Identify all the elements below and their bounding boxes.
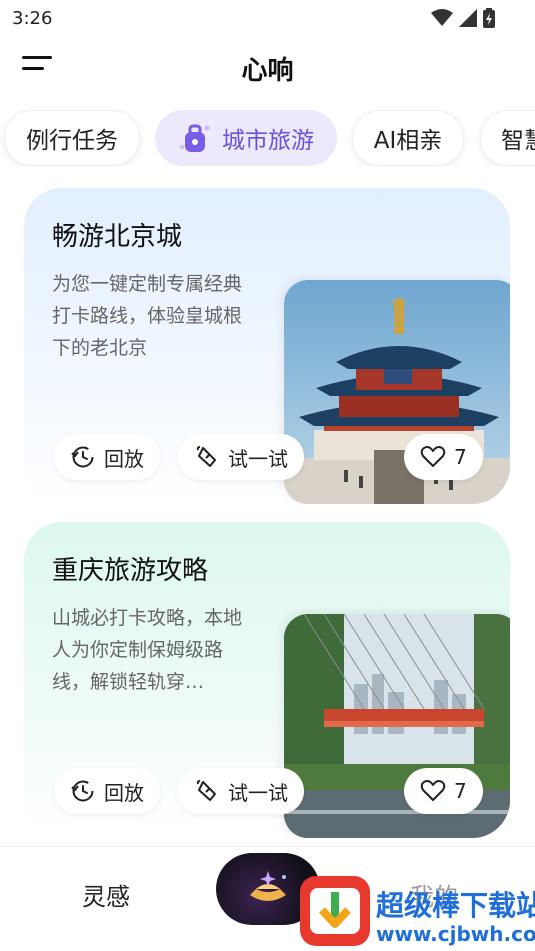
heart-icon xyxy=(420,780,446,801)
like-count: 7 xyxy=(454,779,467,803)
suitcase-icon xyxy=(180,124,210,152)
like-button[interactable]: 7 xyxy=(404,768,483,814)
tab-label: 例行任务 xyxy=(26,128,118,154)
wifi-icon xyxy=(431,9,453,26)
signal-icon xyxy=(459,9,477,27)
tab-label: AI相亲 xyxy=(373,128,443,154)
card-description: 为您一键定制专属经典打卡路线，体验皇城根下的老北京 xyxy=(52,273,243,359)
replay-label: 回放 xyxy=(104,446,144,471)
tap-icon xyxy=(196,780,216,801)
nav-label: 灵感 xyxy=(82,883,130,911)
status-icons xyxy=(431,8,495,28)
try-button[interactable]: 试一试 xyxy=(178,434,304,480)
page-title: 心响 xyxy=(241,56,294,86)
watermark: 超级棒下载站 www.cjbwh.com xyxy=(296,872,535,951)
app-header: 心响 xyxy=(0,40,535,98)
category-tabs: 例行任务 城市旅游 AI相亲 智慧 xyxy=(0,110,535,166)
try-label: 试一试 xyxy=(228,446,288,471)
replay-button[interactable]: 回放 xyxy=(54,768,160,814)
battery-icon xyxy=(483,8,495,28)
tab-routine[interactable]: 例行任务 xyxy=(4,110,140,166)
tap-icon xyxy=(196,446,216,467)
status-time: 3:26 xyxy=(12,7,53,29)
nav-inspiration[interactable]: 灵感 xyxy=(82,877,130,912)
watermark-text: 超级棒下载站 xyxy=(376,889,535,922)
like-button[interactable]: 7 xyxy=(404,434,483,480)
card-title: 重庆旅游攻略 xyxy=(52,556,209,586)
replay-button[interactable]: 回放 xyxy=(54,434,160,480)
tab-label: 城市旅游 xyxy=(222,128,314,154)
tab-ai-dating[interactable]: AI相亲 xyxy=(352,110,464,166)
tab-label: 智慧 xyxy=(501,128,535,154)
watermark-url: www.cjbwh.com xyxy=(376,922,535,946)
replay-label: 回放 xyxy=(104,780,144,805)
travel-card[interactable]: 重庆旅游攻略 山城必打卡攻略，本地人为你定制保姆级路线，解锁轻轨穿… 回放 试一… xyxy=(24,522,510,838)
heart-icon xyxy=(420,446,446,467)
travel-card[interactable]: 畅游北京城 为您一键定制专属经典打卡路线，体验皇城根下的老北京 回放 试一试 7 xyxy=(24,188,510,504)
download-logo-icon xyxy=(300,876,370,946)
history-icon xyxy=(71,780,94,802)
try-label: 试一试 xyxy=(228,780,288,805)
status-bar: 3:26 xyxy=(0,0,535,36)
magic-lamp-icon xyxy=(250,871,286,901)
card-title: 畅游北京城 xyxy=(52,222,183,252)
history-icon xyxy=(71,446,94,468)
tab-smart[interactable]: 智慧 xyxy=(480,110,535,166)
like-count: 7 xyxy=(454,445,467,469)
card-description: 山城必打卡攻略，本地人为你定制保姆级路线，解锁轻轨穿… xyxy=(52,607,243,693)
tab-city-travel[interactable]: 城市旅游 xyxy=(155,110,337,166)
try-button[interactable]: 试一试 xyxy=(178,768,304,814)
